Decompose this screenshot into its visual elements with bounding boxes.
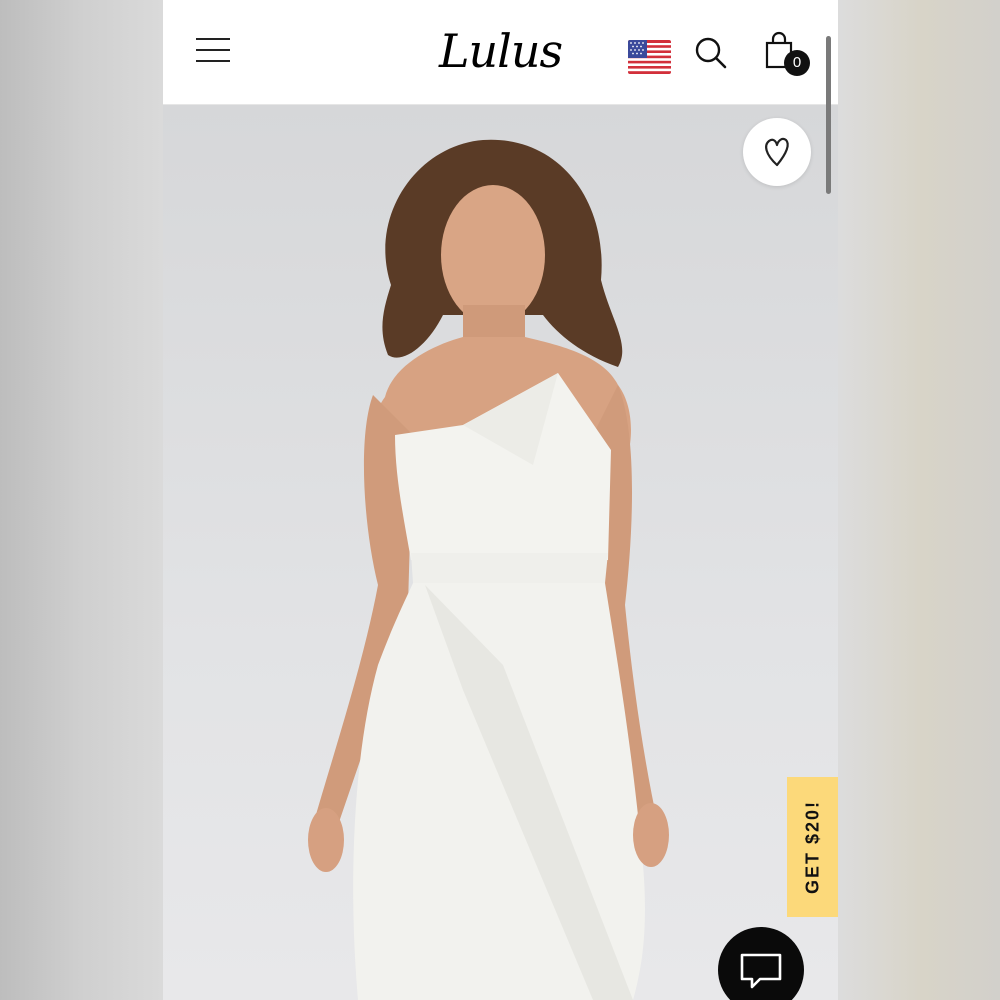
search-icon[interactable] <box>693 35 729 71</box>
site-logo[interactable]: Lulus <box>433 18 568 84</box>
page-scrollbar[interactable] <box>826 36 831 194</box>
mobile-screen: Lulus 0 GET $20! <box>163 0 838 1000</box>
product-image[interactable] <box>163 105 838 1000</box>
wishlist-button[interactable] <box>743 118 811 186</box>
heart-icon <box>765 137 789 167</box>
get-20-promo-tab[interactable]: GET $20! <box>787 777 838 917</box>
hamburger-menu-icon[interactable] <box>196 38 230 68</box>
promo-label: GET $20! <box>802 799 822 895</box>
us-flag-icon[interactable] <box>628 40 671 74</box>
cart-count-badge: 0 <box>784 50 810 76</box>
chat-bubble-icon <box>740 953 782 989</box>
site-header: Lulus 0 <box>163 0 838 105</box>
chat-button[interactable] <box>718 927 804 1000</box>
